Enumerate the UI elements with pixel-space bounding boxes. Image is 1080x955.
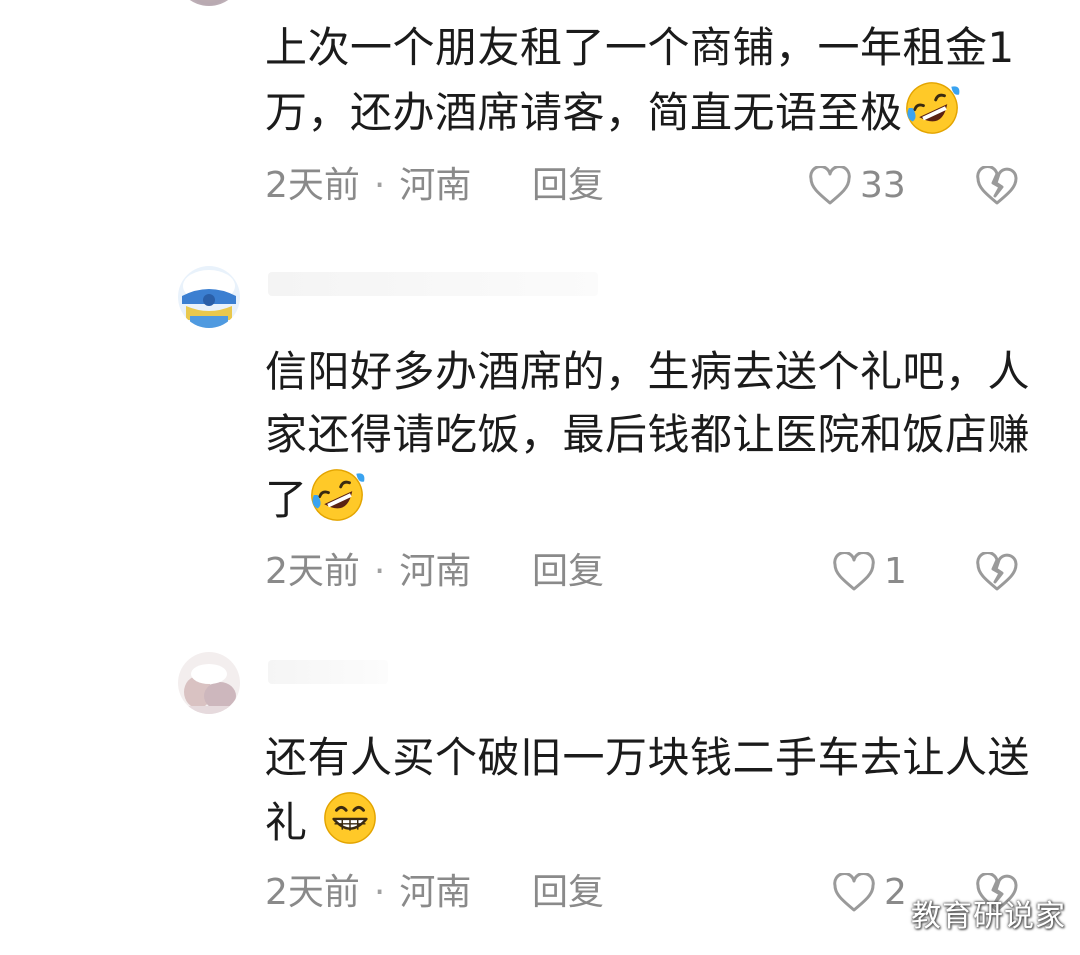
username[interactable] <box>268 660 388 684</box>
reply-button[interactable]: 回复 <box>532 552 604 592</box>
meta-separator: · <box>373 551 386 592</box>
avatar-image <box>178 266 240 328</box>
comment-time: 2天前 <box>265 165 360 206</box>
comment-text: 信阳好多办酒席的，生病去送个礼吧，人家还得请吃饭，最后钱都让医院和饭店赚了 <box>265 340 1045 531</box>
dislike-button[interactable] <box>975 164 1019 210</box>
avatar[interactable] <box>178 266 240 328</box>
comment-location: 河南 <box>399 551 472 592</box>
avatar[interactable] <box>178 0 240 6</box>
avatar[interactable] <box>178 652 240 714</box>
meta-separator: · <box>373 165 386 206</box>
broken-heart-icon <box>976 550 1018 591</box>
like-count: 2 <box>884 872 907 913</box>
reply-button[interactable]: 回复 <box>532 873 604 913</box>
reply-button[interactable]: 回复 <box>532 166 604 206</box>
comment-location: 河南 <box>399 872 472 913</box>
grin-emoji <box>324 792 377 844</box>
rofl-emoji <box>905 82 959 134</box>
watermark: 教育研说家 <box>911 899 1066 934</box>
comment-meta: 2天前 · 河南 <box>265 552 471 592</box>
comment-location: 河南 <box>399 165 472 206</box>
like-button[interactable]: 2 <box>832 873 907 913</box>
comment-time: 2天前 <box>265 872 360 913</box>
heart-icon <box>833 552 875 591</box>
like-button[interactable]: 33 <box>808 166 906 206</box>
comment-meta: 2天前 · 河南 <box>265 166 471 206</box>
comment-list: 上次一个朋友租了一个商铺，一年租金1万，还办酒席请客，简直无语至极 2天前 · 河南… <box>0 0 1080 955</box>
heart-icon <box>809 166 851 205</box>
comment-meta: 2天前 · 河南 <box>265 873 471 913</box>
like-count: 33 <box>860 165 906 206</box>
like-count: 1 <box>884 551 907 592</box>
comment-text: 上次一个朋友租了一个商铺，一年租金1万，还办酒席请客，简直无语至极 <box>265 16 1045 144</box>
dislike-button[interactable] <box>975 550 1019 596</box>
broken-heart-icon <box>976 164 1018 205</box>
comment-time: 2天前 <box>265 551 360 592</box>
heart-icon <box>833 873 875 912</box>
username[interactable] <box>268 272 598 296</box>
avatar-image <box>178 652 240 714</box>
rofl-emoji <box>310 469 364 521</box>
like-button[interactable]: 1 <box>832 552 907 592</box>
comment-text: 还有人买个破旧一万块钱二手车去让人送礼 <box>265 733 1031 847</box>
meta-separator: · <box>373 872 386 913</box>
